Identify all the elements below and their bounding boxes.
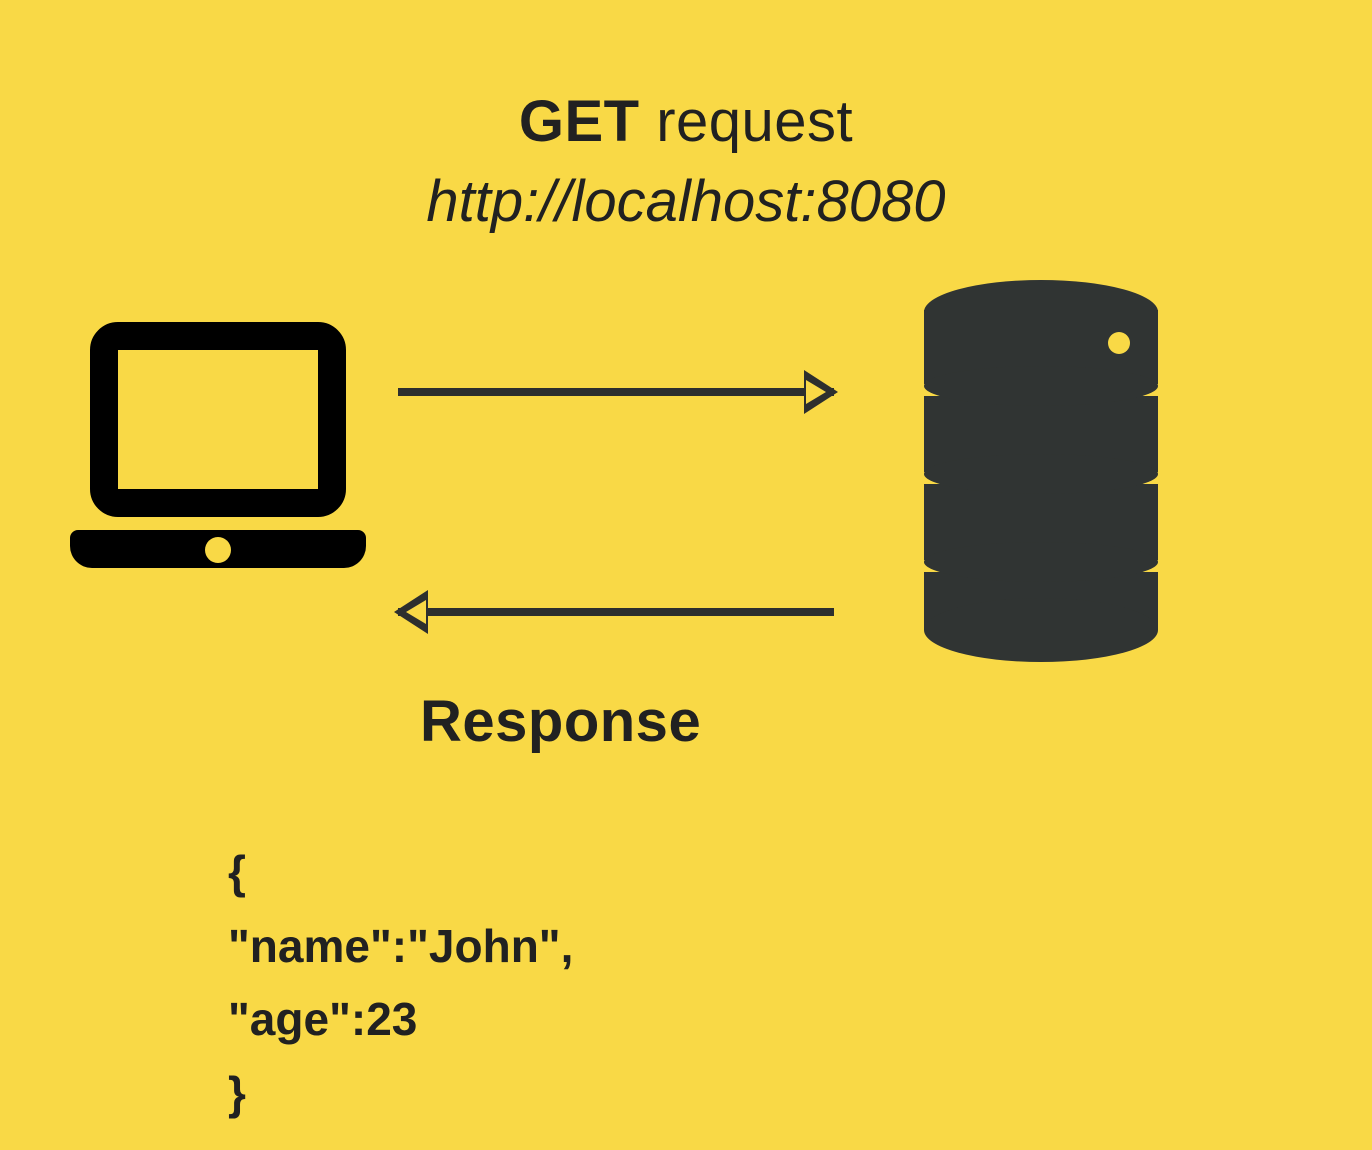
http-method: GET xyxy=(519,89,640,154)
arrow-right-icon xyxy=(398,388,834,396)
json-line: "name":"John", xyxy=(228,920,573,972)
json-line: } xyxy=(228,1067,246,1119)
json-line: "age":23 xyxy=(228,993,417,1045)
json-line: { xyxy=(228,846,246,898)
database-icon xyxy=(924,280,1158,660)
laptop-icon xyxy=(70,322,366,580)
diagram-canvas: GET request http://localhost:8080 Respon… xyxy=(0,0,1372,1150)
response-body: { "name":"John", "age":23 } xyxy=(228,836,573,1130)
request-url: http://localhost:8080 xyxy=(0,168,1372,235)
response-label: Response xyxy=(420,688,701,755)
request-title: GET request xyxy=(0,88,1372,155)
request-word: request xyxy=(656,89,853,154)
arrow-left-icon xyxy=(398,608,834,616)
